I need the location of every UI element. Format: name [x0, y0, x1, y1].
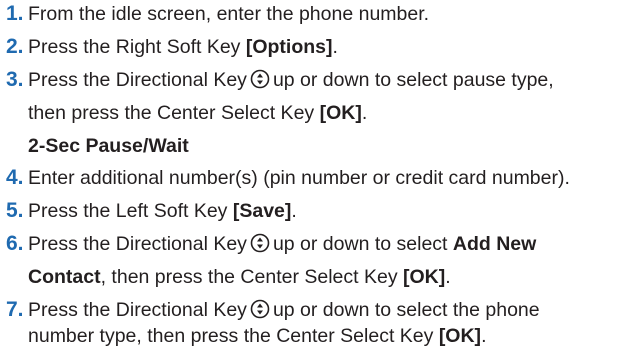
menu-option: Contact [28, 266, 101, 288]
step-3-option: 2-Sec Pause/Wait [28, 134, 189, 158]
key-label: [Options] [245, 36, 333, 58]
step-number: 5. [6, 199, 24, 222]
step-number: 7. [6, 298, 24, 321]
step-number: 4. [6, 166, 24, 189]
step-text-end: up or down to select pause type, [272, 69, 554, 91]
step-7: 7. Press the Directional Key up or down to… [6, 298, 540, 325]
step-text: up or down to select [272, 233, 453, 255]
step-text: Enter additional number(s) (pin number o… [28, 167, 570, 189]
key-label: [OK] [438, 325, 482, 347]
step-text-end: . [481, 325, 487, 347]
key-label: [OK] [403, 266, 446, 288]
step-text-end: . [291, 200, 297, 222]
step-3-continued: then press the Center Select Key [OK]. [28, 101, 367, 125]
menu-option: Add New [452, 233, 537, 255]
step-text-end: . [445, 266, 451, 288]
step-text-end: up or down to select the phone [272, 299, 540, 321]
step-2: 2. Press the Right Soft Key [Options]. [6, 35, 338, 59]
directional-key-icon [250, 233, 270, 259]
step-text: Press the Directional Key [28, 299, 247, 321]
step-3: 3. Press the Directional Key up or down to… [6, 68, 554, 95]
directional-key-icon [250, 299, 270, 325]
instruction-steps: 1. From the idle screen, enter the phone … [0, 0, 635, 348]
step-text: number type, then press the Center Selec… [28, 325, 439, 347]
key-label: [Save] [232, 200, 292, 222]
step-text: then press the Center Select Key [28, 102, 320, 124]
step-6: 6. Press the Directional Key up or down to… [6, 232, 536, 259]
step-text: From the idle screen, enter the phone nu… [28, 3, 430, 25]
step-text-end: . [332, 36, 338, 58]
step-number: 2. [6, 35, 24, 58]
directional-key-icon [250, 69, 270, 95]
step-text: Press the Right Soft Key [28, 36, 246, 58]
step-text: Press the Directional Key [28, 233, 247, 255]
step-text-end: . [361, 102, 368, 124]
step-4: 4. Enter additional number(s) (pin number… [6, 166, 570, 190]
step-text: , then press the Center Select Key [100, 266, 404, 288]
step-text: Press the Left Soft Key [28, 200, 233, 222]
step-6-continued: Contact, then press the Center Select Ke… [28, 265, 451, 289]
step-1: 1. From the idle screen, enter the phone … [6, 2, 429, 26]
step-5: 5. Press the Left Soft Key [Save]. [6, 199, 297, 223]
step-7-continued: number type, then press the Center Selec… [28, 324, 486, 348]
key-label: [OK] [319, 102, 362, 124]
option-label: 2-Sec Pause/Wait [28, 135, 189, 157]
step-number: 1. [6, 2, 24, 25]
step-number: 6. [6, 232, 24, 255]
step-text: Press the Directional Key [28, 69, 247, 91]
step-number: 3. [6, 68, 24, 91]
